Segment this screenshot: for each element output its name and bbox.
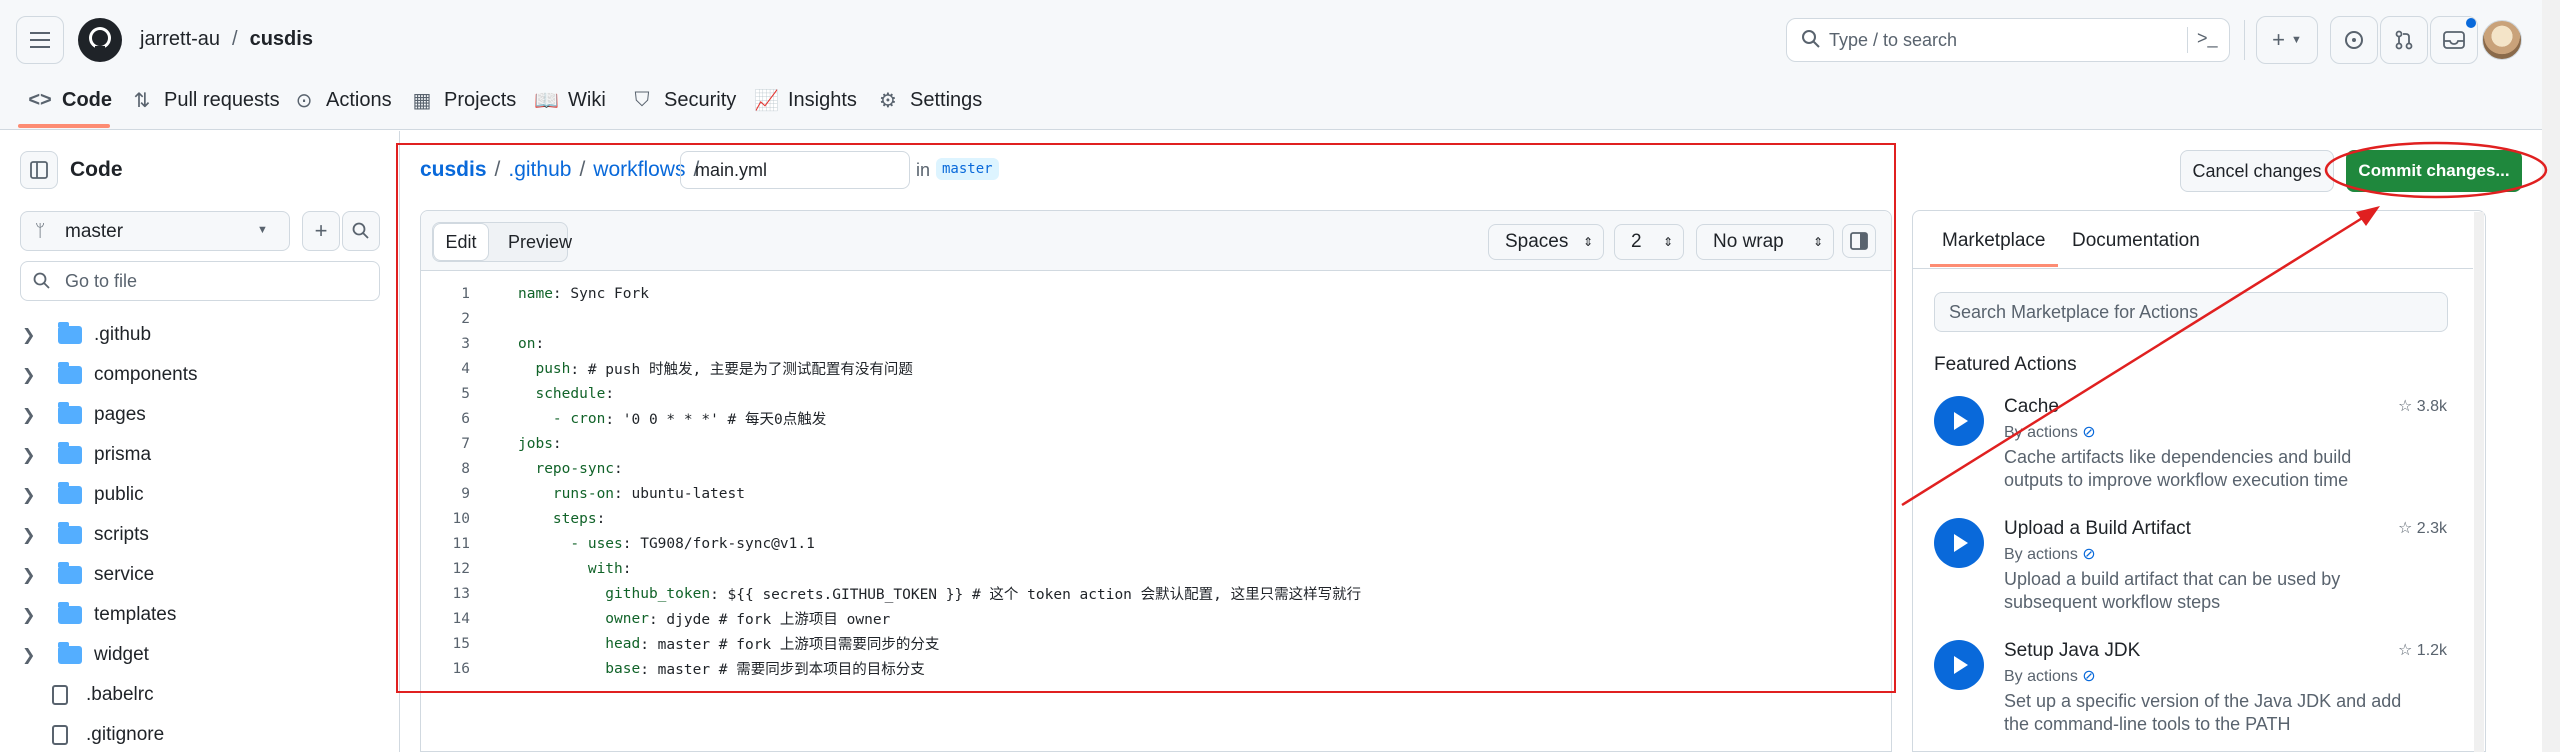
annotation-overlay xyxy=(1901,141,2548,507)
annotation-arrow-head xyxy=(2356,206,2380,226)
annotation-ellipse xyxy=(2324,141,2548,199)
annotation-arrow-line xyxy=(1901,210,2373,507)
